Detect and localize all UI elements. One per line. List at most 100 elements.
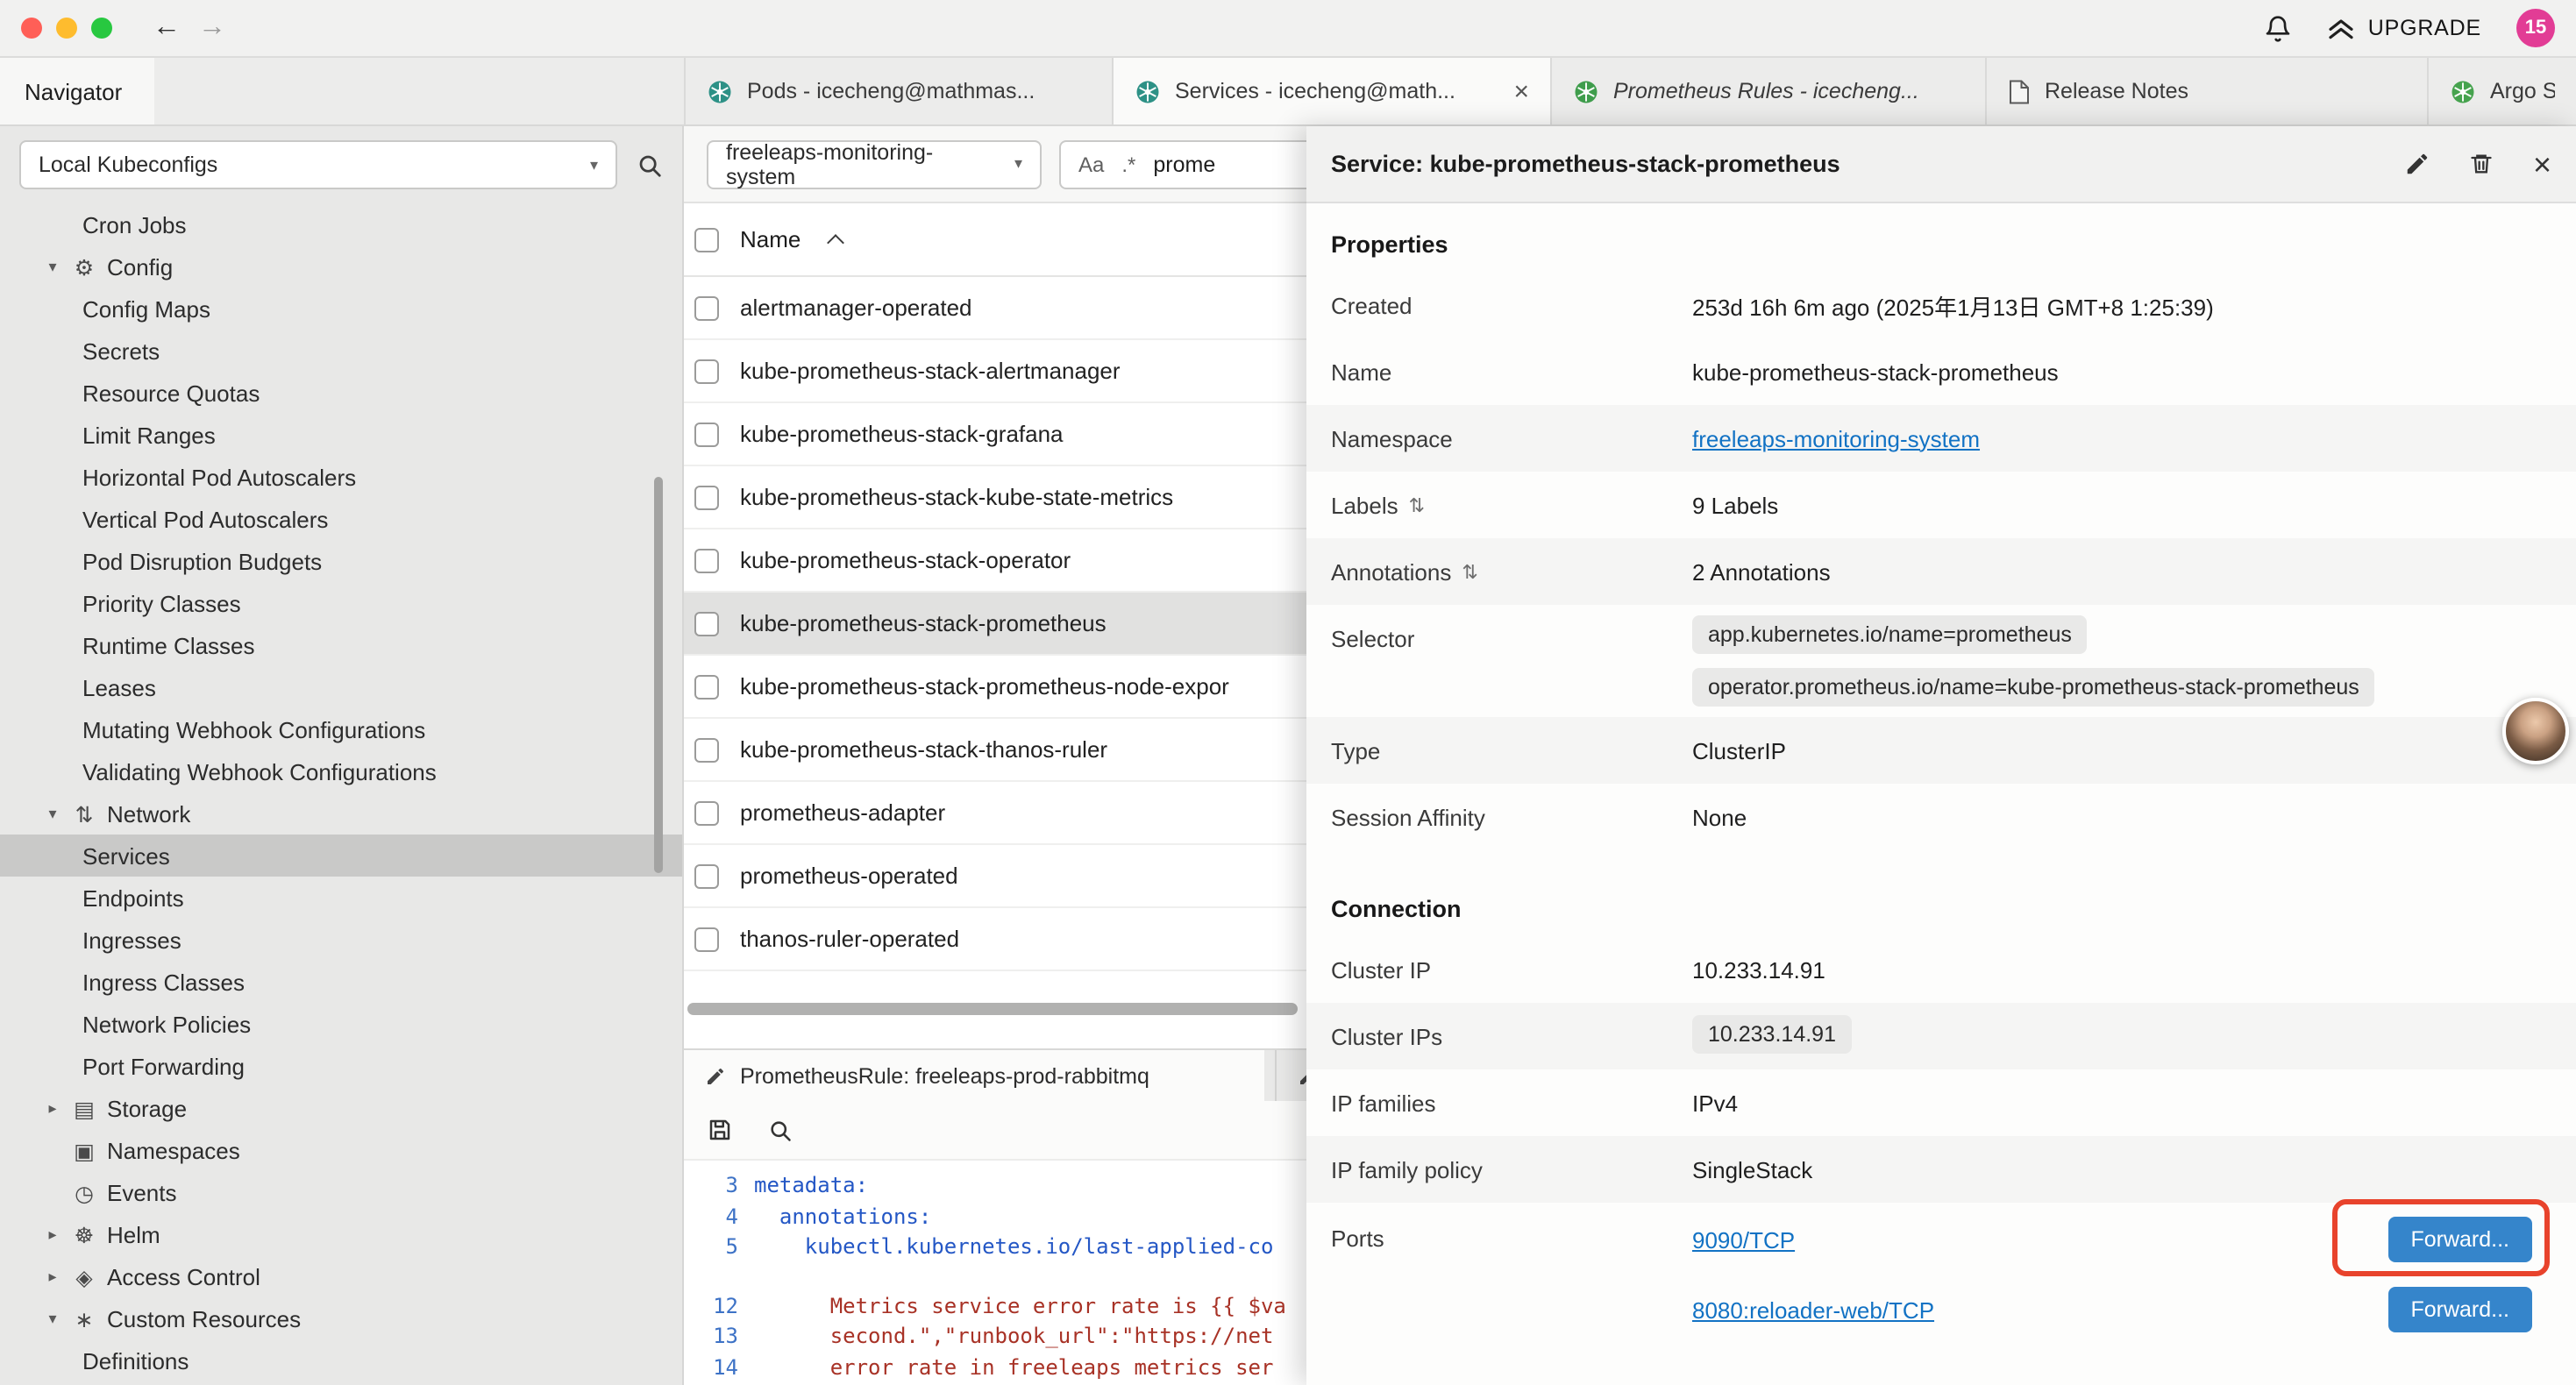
sidebar-item-secrets[interactable]: Secrets <box>0 330 682 372</box>
config-icon: ⚙ <box>67 253 102 280</box>
row-checkbox[interactable] <box>694 295 719 320</box>
bell-icon[interactable] <box>2265 13 2293 43</box>
name-column-header[interactable]: Name <box>740 226 801 252</box>
forward-button[interactable]: Forward... <box>2387 1217 2532 1262</box>
chevron-right-icon[interactable]: ▸ <box>39 1098 67 1118</box>
row-checkbox[interactable] <box>694 800 719 825</box>
helm-icon: ☸ <box>67 1221 102 1247</box>
tab-bar: Navigator Pods - icecheng@mathmas... Ser… <box>0 58 2576 126</box>
row-checkbox[interactable] <box>694 737 719 762</box>
sidebar-item-leases[interactable]: Leases <box>0 666 682 708</box>
trash-icon[interactable] <box>2470 151 2494 177</box>
close-window-button[interactable] <box>21 18 42 39</box>
close-icon[interactable]: × <box>2533 148 2551 180</box>
expand-labels-icon[interactable]: ⇅ <box>1409 494 1425 516</box>
tab-release-notes[interactable]: Release Notes <box>1985 58 2427 124</box>
detail-row-session-affinity: Session Affinity None <box>1306 784 2576 850</box>
sidebar-item-namespaces[interactable]: ▣Namespaces <box>0 1129 682 1171</box>
upgrade-label: UPGRADE <box>2368 16 2481 40</box>
sidebar-item-horizontal-pod-autoscalers[interactable]: Horizontal Pod Autoscalers <box>0 456 682 498</box>
search-query-text: prome <box>1153 152 1215 176</box>
chevron-right-icon[interactable]: ▸ <box>39 1267 67 1286</box>
sidebar-item-helm[interactable]: ▸☸Helm <box>0 1213 682 1255</box>
back-icon[interactable]: ← <box>144 14 189 42</box>
chevron-right-icon[interactable]: ▸ <box>39 1225 67 1244</box>
edit-icon[interactable] <box>2405 151 2431 177</box>
search-icon[interactable] <box>637 152 663 178</box>
sidebar-item-endpoints[interactable]: Endpoints <box>0 877 682 919</box>
sidebar-item-limit-ranges[interactable]: Limit Ranges <box>0 414 682 456</box>
tab-navigator[interactable]: Navigator <box>0 58 154 124</box>
port-link[interactable]: 9090/TCP <box>1692 1226 1795 1253</box>
drawer-title: Service: kube-prometheus-stack-prometheu… <box>1331 151 1840 177</box>
row-checkbox[interactable] <box>694 359 719 383</box>
tab-argo[interactable]: Argo Se <box>2427 58 2576 124</box>
tab-pods[interactable]: Pods - icecheng@mathmas... <box>684 58 1112 124</box>
chevron-down-icon[interactable]: ▾ <box>39 1309 67 1328</box>
sidebar-item-priority-classes[interactable]: Priority Classes <box>0 582 682 624</box>
sidebar-scrollbar[interactable] <box>654 477 663 873</box>
editor-tab-prometheusrule[interactable]: PrometheusRule: freeleaps-prod-rabbitmq <box>684 1050 1264 1101</box>
forward-icon[interactable]: → <box>189 14 235 42</box>
sidebar-item-port-forwarding[interactable]: Port Forwarding <box>0 1045 682 1087</box>
row-checkbox[interactable] <box>694 485 719 509</box>
sidebar-item-cron-jobs[interactable]: Cron Jobs <box>0 203 682 245</box>
row-checkbox[interactable] <box>694 611 719 636</box>
close-icon[interactable]: × <box>1499 78 1529 104</box>
sidebar-item-custom-resources[interactable]: ▾∗Custom Resources <box>0 1297 682 1339</box>
sidebar-item-config[interactable]: ▾⚙Config <box>0 245 682 288</box>
selector-badge: app.kubernetes.io/name=prometheus <box>1692 615 2088 654</box>
horizontal-scrollbar[interactable] <box>687 1003 1298 1015</box>
sidebar-item-runtime-classes[interactable]: Runtime Classes <box>0 624 682 666</box>
forward-button[interactable]: Forward... <box>2387 1287 2532 1332</box>
tab-label: Argo Se <box>2490 79 2555 103</box>
sidebar-item-ingress-classes[interactable]: Ingress Classes <box>0 961 682 1003</box>
tab-services[interactable]: Services - icecheng@math... × <box>1112 58 1550 124</box>
match-case-toggle[interactable]: Aa <box>1078 152 1104 176</box>
select-all-checkbox[interactable] <box>694 227 719 252</box>
sidebar-item-vertical-pod-autoscalers[interactable]: Vertical Pod Autoscalers <box>0 498 682 540</box>
sidebar-item-network[interactable]: ▾⇅Network <box>0 792 682 835</box>
upgrade-icon <box>2328 16 2356 40</box>
notification-count-badge[interactable]: 15 <box>2516 9 2555 47</box>
sidebar-item-pod-disruption-budgets[interactable]: Pod Disruption Budgets <box>0 540 682 582</box>
sidebar-item-validating-webhook-configurations[interactable]: Validating Webhook Configurations <box>0 750 682 792</box>
tab-prometheus-rules[interactable]: Prometheus Rules - icecheng... <box>1550 58 1985 124</box>
sidebar-item-config-maps[interactable]: Config Maps <box>0 288 682 330</box>
chevron-down-icon[interactable]: ▾ <box>39 804 67 823</box>
sidebar-item-definitions[interactable]: Definitions <box>0 1339 682 1381</box>
sidebar-item-access-control[interactable]: ▸◈Access Control <box>0 1255 682 1297</box>
window-controls <box>21 18 112 39</box>
sidebar-item-services[interactable]: Services <box>0 835 682 877</box>
detail-row-cluster-ips: Cluster IPs 10.233.14.91 <box>1306 1003 2576 1069</box>
namespace-link[interactable]: freeleaps-monitoring-system <box>1692 425 1980 451</box>
sidebar-item-resource-quotas[interactable]: Resource Quotas <box>0 372 682 414</box>
row-checkbox[interactable] <box>694 548 719 572</box>
minimize-window-button[interactable] <box>56 18 77 39</box>
kubeconfig-select[interactable]: Local Kubeconfigs ▾ <box>19 140 617 189</box>
detail-row-labels: Labels⇅ 9 Labels <box>1306 472 2576 538</box>
sidebar-item-events[interactable]: ◷Events <box>0 1171 682 1213</box>
row-checkbox[interactable] <box>694 422 719 446</box>
user-avatar[interactable] <box>2502 698 2569 764</box>
sidebar-item-storage[interactable]: ▸▤Storage <box>0 1087 682 1129</box>
expand-annotations-icon[interactable]: ⇅ <box>1462 560 1477 583</box>
upgrade-button[interactable]: UPGRADE <box>2328 16 2481 40</box>
pencil-icon <box>705 1065 726 1086</box>
row-checkbox[interactable] <box>694 927 719 951</box>
namespace-select[interactable]: freeleaps-monitoring-system ▾ <box>707 139 1042 188</box>
chevron-down-icon[interactable]: ▾ <box>39 257 67 276</box>
maximize-window-button[interactable] <box>91 18 112 39</box>
sidebar-item-network-policies[interactable]: Network Policies <box>0 1003 682 1045</box>
namespaces-icon: ▣ <box>67 1137 102 1163</box>
sidebar-item-ingresses[interactable]: Ingresses <box>0 919 682 961</box>
sidebar-item-mutating-webhook-configurations[interactable]: Mutating Webhook Configurations <box>0 708 682 750</box>
properties-heading: Properties <box>1306 203 2576 272</box>
save-icon[interactable] <box>707 1117 733 1143</box>
row-checkbox[interactable] <box>694 674 719 699</box>
port-link[interactable]: 8080:reloader-web/TCP <box>1692 1296 1934 1323</box>
kubernetes-icon <box>1135 78 1161 104</box>
regex-toggle[interactable]: .* <box>1121 152 1135 176</box>
search-icon[interactable] <box>768 1118 793 1142</box>
row-checkbox[interactable] <box>694 863 719 888</box>
